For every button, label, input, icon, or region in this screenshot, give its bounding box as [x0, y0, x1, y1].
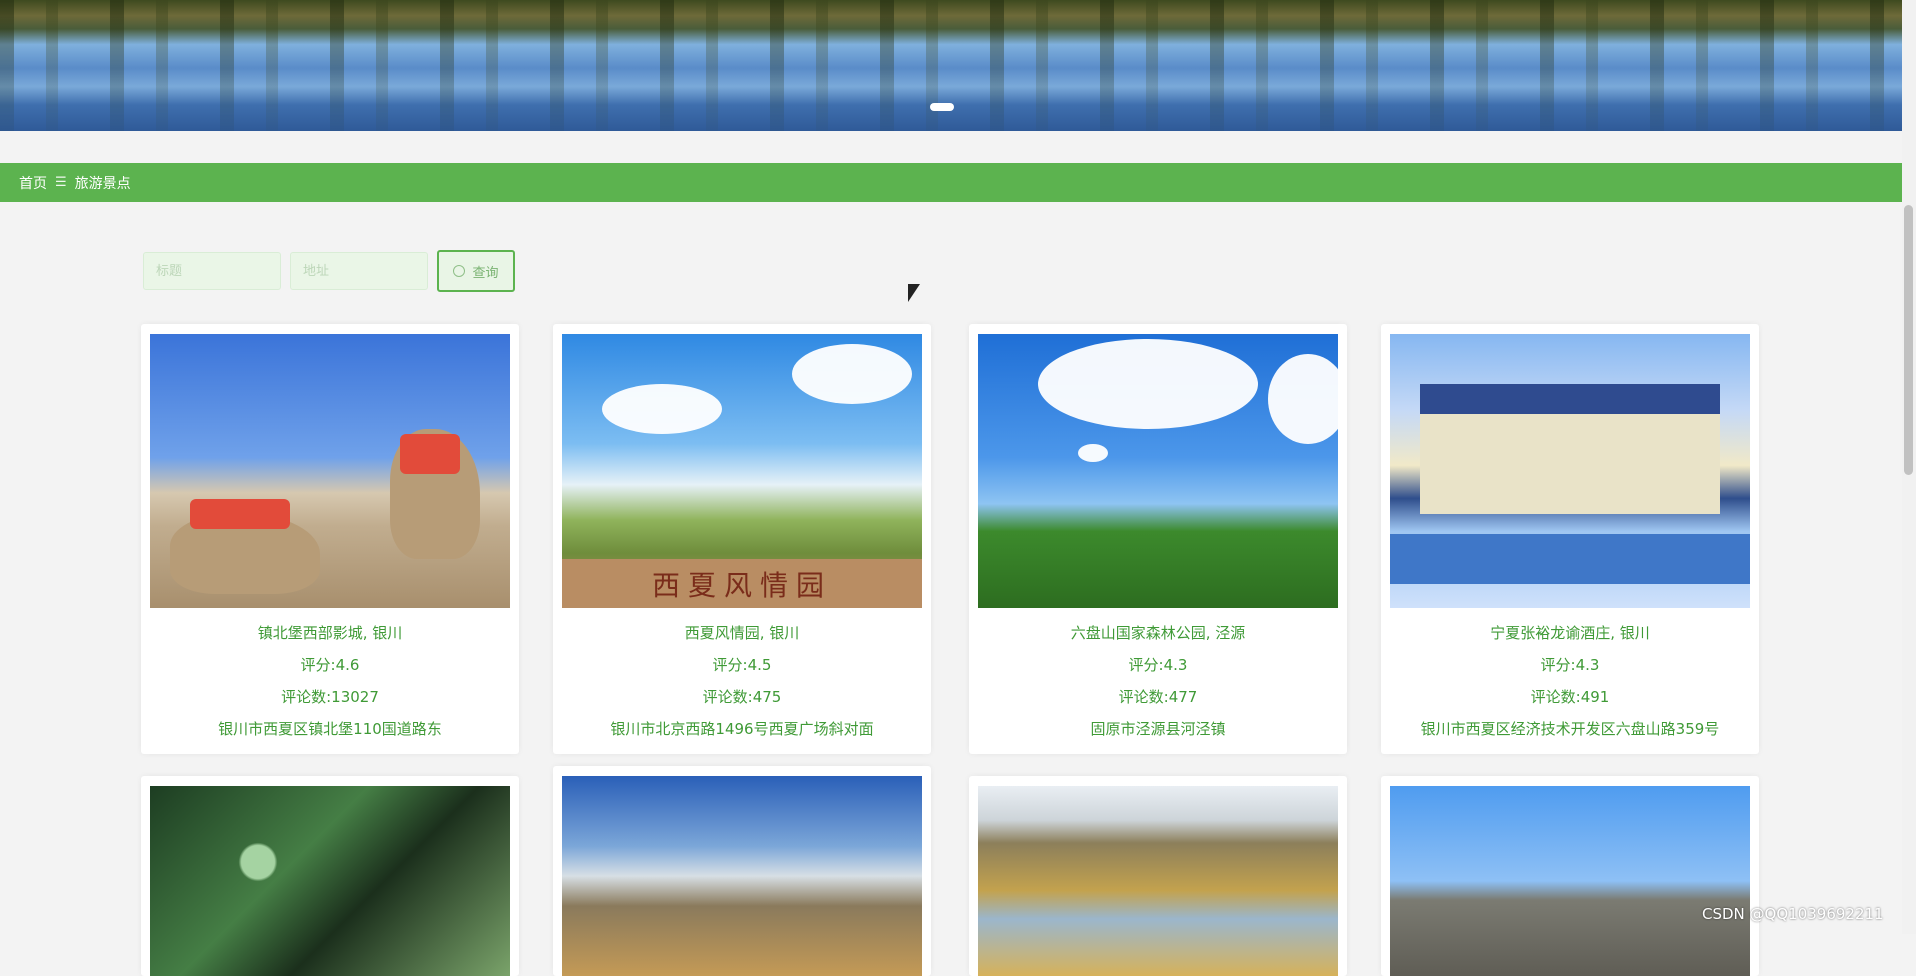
attraction-image[interactable]	[978, 334, 1338, 608]
breadcrumb-current: 旅游景点	[74, 175, 131, 192]
attraction-comment-count: 评论数:13027	[281, 688, 379, 706]
attraction-address: 银川市西夏区镇北堡110国道路东	[218, 720, 442, 738]
attraction-comment-count: 评论数:475	[702, 688, 782, 706]
attraction-address: 银川市北京西路1496号西夏广场斜对面	[610, 720, 874, 738]
attraction-card[interactable]: 宁夏张裕龙谕酒庄, 银川 评分:4.3 评论数:491 银川市西夏区经济技术开发…	[1381, 324, 1759, 754]
attraction-score: 评分:4.3	[1540, 656, 1600, 674]
mouse-cursor-icon	[908, 284, 920, 302]
attraction-address: 银川市西夏区经济技术开发区六盘山路359号	[1420, 720, 1720, 738]
attraction-image[interactable]	[150, 786, 510, 976]
breadcrumb-home[interactable]: 首页	[19, 173, 47, 193]
attraction-image[interactable]	[150, 334, 510, 608]
attraction-score: 评分:4.5	[712, 656, 772, 674]
attraction-card[interactable]	[553, 766, 931, 976]
attraction-title[interactable]: 镇北堡西部影城, 银川	[141, 622, 519, 643]
xixia-stone-sign: 西夏风情园	[562, 559, 922, 608]
attraction-card[interactable]	[969, 776, 1347, 976]
breadcrumb-separator-icon: ☰	[55, 175, 67, 190]
address-search-input[interactable]	[290, 252, 428, 290]
carousel-indicators[interactable]	[930, 103, 954, 111]
attraction-comment-count: 评论数:491	[1530, 688, 1610, 706]
attraction-comment-count: 评论数:477	[1118, 688, 1198, 706]
carousel-dot[interactable]	[930, 103, 954, 111]
attraction-card[interactable]	[141, 776, 519, 976]
attraction-card[interactable]: 镇北堡西部影城, 银川 评分:4.6 评论数:13027 银川市西夏区镇北堡11…	[141, 324, 519, 754]
attraction-score: 评分:4.3	[1128, 656, 1188, 674]
search-button-label: 查询	[472, 265, 499, 281]
watermark: CSDN @QQ1039692211	[1702, 905, 1884, 923]
title-search-input[interactable]	[143, 252, 281, 290]
attraction-card[interactable]: 六盘山国家森林公园, 泾源 评分:4.3 评论数:477 固原市泾源县河泾镇	[969, 324, 1347, 754]
search-button[interactable]: 查询	[437, 250, 515, 292]
attraction-image[interactable]	[1390, 334, 1750, 608]
hero-banner	[0, 0, 1902, 131]
attraction-address: 固原市泾源县河泾镇	[1090, 720, 1226, 738]
attraction-title[interactable]: 西夏风情园, 银川	[553, 622, 931, 643]
breadcrumb: 首页 ☰ 旅游景点	[0, 163, 1902, 202]
attraction-title[interactable]: 六盘山国家森林公园, 泾源	[969, 622, 1347, 643]
attraction-card[interactable]: 西夏风情园 西夏风情园, 银川 评分:4.5 评论数:475 银川市北京西路14…	[553, 324, 931, 754]
search-bar: 查询	[143, 250, 515, 292]
attraction-card[interactable]	[1381, 776, 1759, 976]
attraction-image[interactable]: 西夏风情园	[562, 334, 922, 608]
scrollbar-thumb[interactable]	[1904, 205, 1913, 475]
attraction-image[interactable]	[1390, 786, 1750, 976]
attraction-title[interactable]: 宁夏张裕龙谕酒庄, 银川	[1381, 622, 1759, 643]
hero-image-reeds	[0, 0, 1902, 131]
attraction-image[interactable]	[978, 786, 1338, 976]
attraction-score: 评分:4.6	[300, 656, 360, 674]
search-icon	[453, 265, 466, 277]
attraction-image[interactable]	[562, 776, 922, 976]
